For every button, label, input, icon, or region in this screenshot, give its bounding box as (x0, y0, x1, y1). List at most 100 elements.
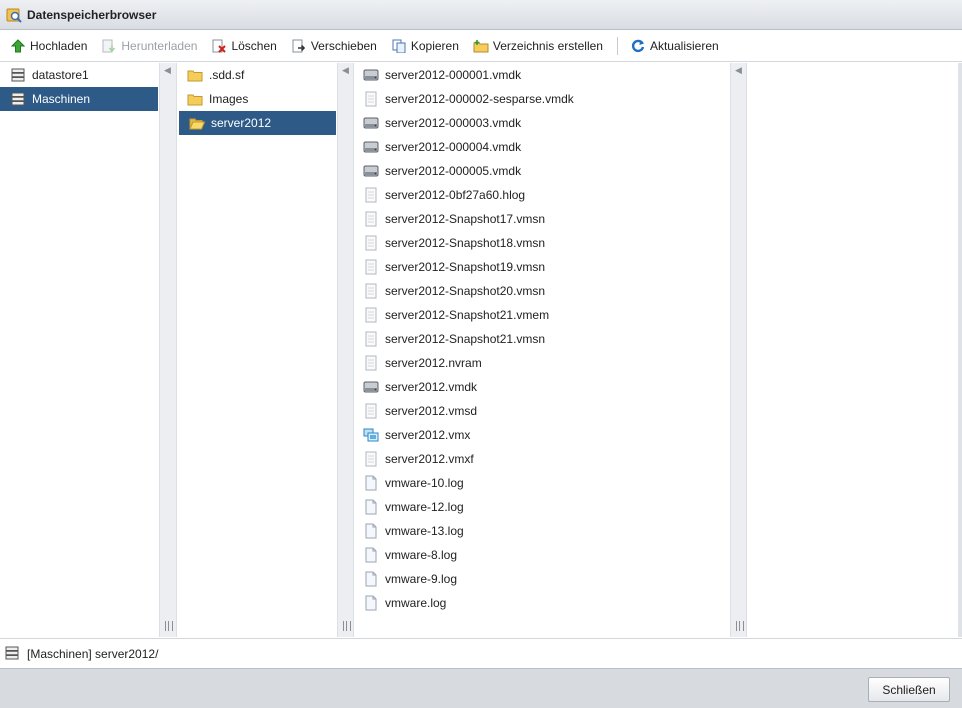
file-label: server2012-000005.vmdk (385, 164, 522, 178)
delete-button[interactable]: Löschen (211, 38, 277, 54)
file-icon (363, 283, 379, 299)
download-label: Herunterladen (121, 39, 198, 53)
current-path: [Maschinen] server2012/ (27, 646, 159, 661)
resize-grip-icon (736, 621, 744, 631)
file-icon (363, 187, 379, 203)
file-item[interactable]: vmware-10.log (354, 471, 730, 495)
refresh-label: Aktualisieren (649, 39, 719, 53)
file-item[interactable]: server2012-000003.vmdk (354, 111, 730, 135)
delete-icon (211, 38, 227, 54)
file-item[interactable]: server2012.vmx (354, 423, 730, 447)
file-item[interactable]: server2012-Snapshot17.vmsn (354, 207, 730, 231)
open-folder-icon (189, 115, 205, 131)
datastore-list: datastore1 Maschinen (0, 63, 159, 637)
log-file-icon (363, 499, 379, 515)
file-icon (363, 331, 379, 347)
file-item[interactable]: server2012.nvram (354, 351, 730, 375)
folder-item[interactable]: .sdd.sf (177, 63, 337, 87)
datastore-item-selected[interactable]: Maschinen (0, 87, 158, 111)
file-label: vmware.log (385, 596, 447, 610)
file-item[interactable]: server2012-000002-sesparse.vmdk (354, 87, 730, 111)
file-label: server2012-Snapshot19.vmsn (385, 260, 546, 274)
file-item[interactable]: vmware-12.log (354, 495, 730, 519)
folder-label: server2012 (211, 116, 272, 130)
folder-item[interactable]: Images (177, 87, 337, 111)
file-label: server2012.vmdk (385, 380, 478, 394)
file-label: server2012-Snapshot21.vmsn (385, 332, 546, 346)
datastore-label: datastore1 (32, 68, 89, 82)
refresh-button[interactable]: Aktualisieren (630, 38, 719, 54)
log-file-icon (363, 595, 379, 611)
pane-splitter[interactable]: ◀ (730, 63, 747, 637)
datastore-item[interactable]: datastore1 (0, 63, 159, 87)
file-label: server2012-0bf27a60.hlog (385, 188, 526, 202)
datastore-label: Maschinen (32, 92, 91, 106)
dialog-footer: Schließen (0, 668, 962, 708)
file-label: server2012.vmx (385, 428, 471, 442)
file-icon (363, 451, 379, 467)
file-label: server2012-Snapshot18.vmsn (385, 236, 546, 250)
file-item[interactable]: vmware.log (354, 591, 730, 615)
log-file-icon (363, 475, 379, 491)
file-icon (363, 91, 379, 107)
datastore-icon (10, 67, 26, 83)
file-item[interactable]: server2012-000005.vmdk (354, 159, 730, 183)
pane-splitter[interactable]: ◀ (159, 63, 177, 637)
folder-icon (187, 67, 203, 83)
resize-grip-icon (165, 621, 173, 631)
upload-label: Hochladen (30, 39, 88, 53)
file-label: server2012-Snapshot17.vmsn (385, 212, 546, 226)
file-item[interactable]: server2012-000004.vmdk (354, 135, 730, 159)
folder-item-selected[interactable]: server2012 (179, 111, 336, 135)
file-label: server2012-000001.vmdk (385, 68, 522, 82)
scroll-left-icon: ◀ (164, 65, 171, 75)
virtual-disk-icon (363, 139, 379, 155)
file-item[interactable]: server2012-Snapshot21.vmem (354, 303, 730, 327)
file-label: vmware-9.log (385, 572, 458, 586)
file-item[interactable]: server2012-Snapshot21.vmsn (354, 327, 730, 351)
file-label: vmware-13.log (385, 524, 464, 538)
copy-button[interactable]: Kopieren (391, 38, 459, 54)
virtual-disk-icon (363, 67, 379, 83)
close-button[interactable]: Schließen (868, 677, 950, 702)
file-item[interactable]: vmware-13.log (354, 519, 730, 543)
window-border (958, 63, 962, 637)
scroll-left-icon: ◀ (735, 65, 742, 75)
file-icon (363, 259, 379, 275)
move-label: Verschieben (310, 39, 377, 53)
file-item[interactable]: server2012.vmxf (354, 447, 730, 471)
status-bar: [Maschinen] server2012/ (0, 638, 962, 668)
file-label: server2012-000004.vmdk (385, 140, 522, 154)
file-item[interactable]: server2012-000001.vmdk (354, 63, 730, 87)
download-icon (101, 38, 117, 54)
file-item[interactable]: vmware-8.log (354, 543, 730, 567)
file-item[interactable]: server2012-Snapshot18.vmsn (354, 231, 730, 255)
resize-grip-icon (343, 621, 351, 631)
copy-label: Kopieren (410, 39, 459, 53)
new-folder-icon (473, 38, 489, 54)
file-item[interactable]: server2012-Snapshot20.vmsn (354, 279, 730, 303)
file-item[interactable]: server2012.vmdk (354, 375, 730, 399)
log-file-icon (363, 571, 379, 587)
file-label: vmware-10.log (385, 476, 464, 490)
folder-list: .sdd.sf Images server2012 (177, 63, 337, 637)
file-item[interactable]: server2012-0bf27a60.hlog (354, 183, 730, 207)
file-label: server2012.vmxf (385, 452, 474, 466)
file-icon (363, 211, 379, 227)
file-label: server2012.nvram (385, 356, 482, 370)
upload-button[interactable]: Hochladen (10, 38, 87, 54)
file-item[interactable]: server2012.vmsd (354, 399, 730, 423)
file-icon (363, 235, 379, 251)
log-file-icon (363, 547, 379, 563)
file-item[interactable]: vmware-9.log (354, 567, 730, 591)
file-item[interactable]: server2012-Snapshot19.vmsn (354, 255, 730, 279)
vm-config-icon (363, 427, 379, 443)
copy-icon (391, 38, 407, 54)
create-directory-button[interactable]: Verzeichnis erstellen (473, 38, 603, 54)
folder-label: Images (209, 92, 249, 106)
move-button[interactable]: Verschieben (291, 38, 377, 54)
file-label: server2012.vmsd (385, 404, 478, 418)
download-button[interactable]: Herunterladen (101, 38, 197, 54)
file-label: server2012-Snapshot20.vmsn (385, 284, 546, 298)
pane-splitter[interactable]: ◀ (337, 63, 354, 637)
